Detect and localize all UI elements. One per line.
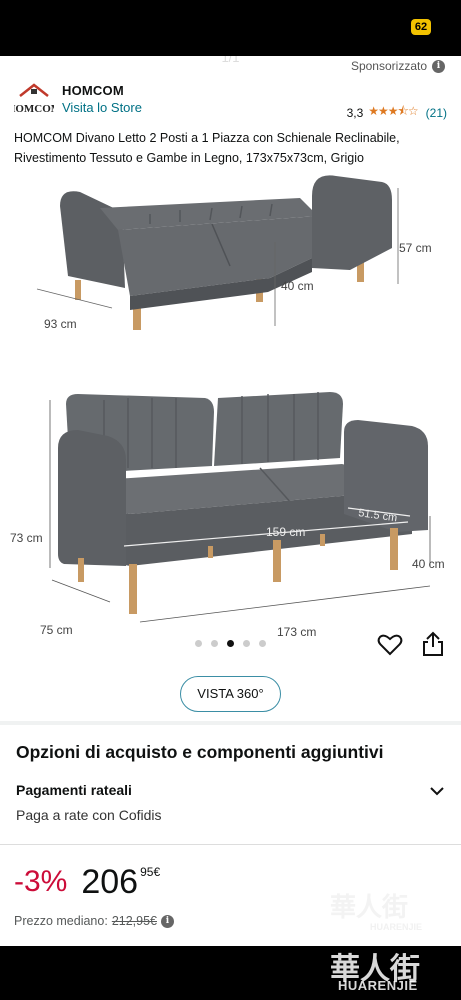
info-icon[interactable]: i xyxy=(161,914,174,928)
sponsored-label[interactable]: Sponsorizzato i xyxy=(351,59,445,73)
share-icon[interactable] xyxy=(421,631,445,657)
heart-icon[interactable] xyxy=(377,633,403,657)
price-row: -3% 206 95€ xyxy=(14,862,160,906)
watermark-site-bottom: HUARENJIE xyxy=(338,978,418,993)
payments-sub: Paga a rate con Cofidis xyxy=(16,807,162,823)
price-fraction: 95€ xyxy=(140,862,160,882)
brand-logo[interactable]: HOMCOM xyxy=(14,82,54,116)
seat-height-label: 40 cm xyxy=(412,557,445,571)
watermark-site: HUARENJIE xyxy=(370,922,423,932)
carousel-dot[interactable] xyxy=(211,640,218,647)
median-label: Prezzo mediano: xyxy=(14,914,108,928)
carousel-dot[interactable] xyxy=(195,640,202,647)
rating-value: 3,3 xyxy=(346,105,364,120)
product-page[interactable]: 1/1 Sponsorizzato i HOMCOM HOMCOM Visita… xyxy=(0,56,461,946)
payments-row[interactable]: Pagamenti rateali Paga a rate con Cofidi… xyxy=(16,780,446,836)
options-title: Opzioni di acquisto e componenti aggiunt… xyxy=(16,742,384,762)
carousel-dot-active[interactable] xyxy=(227,640,234,647)
thin-divider xyxy=(0,844,461,845)
sofa-width-label: 173 cm xyxy=(277,625,316,639)
product-image[interactable]: 93 cm 40 cm 57 cm 73 cm 159 cm 51.5 cm 4… xyxy=(0,168,461,658)
watermark-logo: 華人街 xyxy=(330,893,409,923)
sofa-depth-label: 75 cm xyxy=(40,623,73,637)
seat-width-label: 159 cm xyxy=(266,525,305,539)
carousel-dot[interactable] xyxy=(259,640,266,647)
median-price: 212,95€ xyxy=(111,914,157,928)
battery-indicator: 62 xyxy=(411,19,431,35)
vista-360-button[interactable]: VISTA 360° xyxy=(180,676,281,712)
rating-stars-icon: ★★★⯪☆ xyxy=(368,104,418,118)
payments-label: Pagamenti rateali xyxy=(16,782,132,798)
rating-count[interactable]: (21) xyxy=(426,106,447,120)
sofa-bed-illustration: 93 cm 40 cm 57 cm xyxy=(36,175,432,331)
sofa-height-label: 73 cm xyxy=(10,531,43,545)
product-title[interactable]: HOMCOM Divano Letto 2 Posti a 1 Piazza c… xyxy=(14,128,449,168)
price-currency: € xyxy=(153,865,161,879)
bed-depth-label: 93 cm xyxy=(44,317,77,331)
price-whole: 206 xyxy=(81,863,139,901)
median-price-row: Prezzo mediano: 212,95€ i xyxy=(14,914,174,928)
brand-row: HOMCOM HOMCOM Visita lo Store 3,3 ★★★⯪☆ … xyxy=(14,82,447,120)
discount-badge: -3% xyxy=(14,865,68,898)
bed-height-label: 57 cm xyxy=(399,241,432,255)
chevron-down-icon[interactable] xyxy=(430,784,444,798)
svg-text:HOMCOM: HOMCOM xyxy=(14,103,54,115)
bed-leg-height-label: 40 cm xyxy=(281,279,314,293)
sponsored-text: Sponsorizzato xyxy=(350,59,427,73)
visit-store-link[interactable]: Visita lo Store xyxy=(62,100,142,115)
price-fraction-value: 95 xyxy=(140,865,154,879)
info-icon[interactable]: i xyxy=(432,59,445,73)
section-divider xyxy=(0,721,461,725)
sofa-illustration: 73 cm 159 cm 51.5 cm 40 cm 75 cm 173 cm xyxy=(10,392,445,639)
status-bar: 62 xyxy=(0,0,461,56)
rating[interactable]: 3,3 ★★★⯪☆ (21) xyxy=(347,102,447,123)
carousel-dot[interactable] xyxy=(243,640,250,647)
brand-name: HOMCOM xyxy=(62,83,124,98)
